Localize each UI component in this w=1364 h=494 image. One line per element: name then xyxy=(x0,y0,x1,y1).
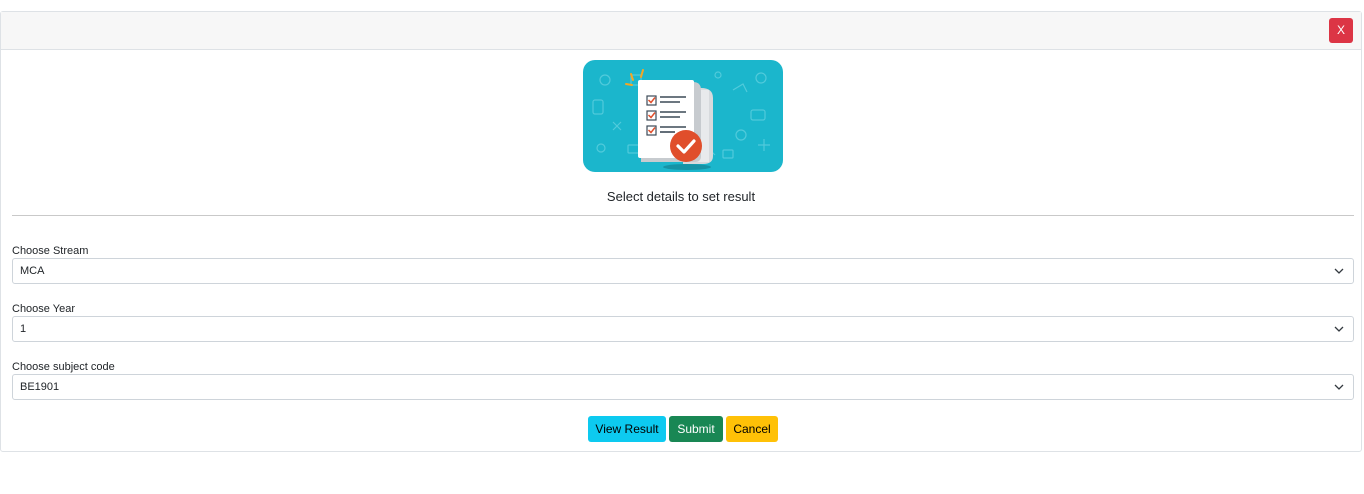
stream-select-value: MCA xyxy=(20,265,45,277)
stream-label: Choose Stream xyxy=(12,245,89,257)
dialog-header: X xyxy=(1,12,1361,50)
result-dialog: X Select details to set result Choose St… xyxy=(0,11,1362,452)
year-select[interactable]: 1 xyxy=(12,316,1354,342)
view-result-button[interactable]: View Result xyxy=(588,416,666,442)
chevron-down-icon xyxy=(1334,326,1344,332)
subject-code-select[interactable]: BE1901 xyxy=(12,374,1354,400)
year-select-value: 1 xyxy=(20,323,27,335)
year-label: Choose Year xyxy=(12,303,75,315)
submit-button[interactable]: Submit xyxy=(669,416,723,442)
subject-code-select-value: BE1901 xyxy=(20,381,60,393)
stream-select[interactable]: MCA xyxy=(12,258,1354,284)
dialog-heading: Select details to set result xyxy=(606,189,756,204)
close-button[interactable]: X xyxy=(1329,18,1353,43)
cancel-button[interactable]: Cancel xyxy=(726,416,778,442)
divider xyxy=(12,215,1354,216)
checklist-document-illustration xyxy=(583,60,783,172)
chevron-down-icon xyxy=(1334,384,1344,390)
chevron-down-icon xyxy=(1334,268,1344,274)
subject-code-label: Choose subject code xyxy=(12,361,115,373)
